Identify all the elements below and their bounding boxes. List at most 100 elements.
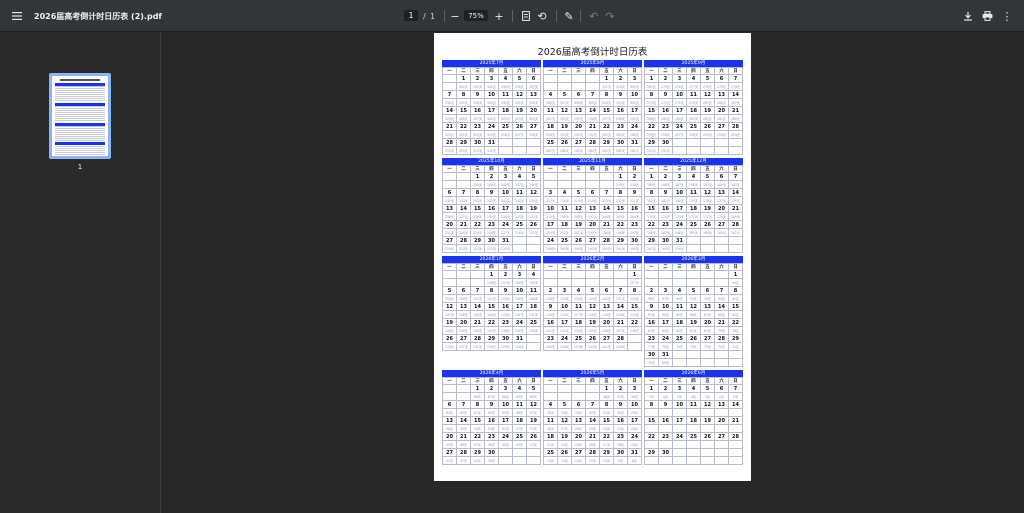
countdown-label: 125天 [558,295,572,303]
day-number: 1 [645,385,659,393]
countdown-label: 251天 [659,147,673,155]
day-number: 23 [614,123,628,131]
day-number: 12 [558,107,572,115]
countdown-label [513,147,527,155]
day-number [729,237,743,245]
day-number: 10 [513,287,527,295]
day-number: 7 [443,91,457,99]
day-number: 25 [687,221,701,229]
countdown-label: 226天 [513,229,527,237]
day-number [701,237,715,245]
month-grid: 一二三四五六日 1 127天 2 3 4 5 6 7 8 126天 125天 124天 123天 122天 1… [543,263,642,351]
countdown-label [628,343,642,351]
page-thumbnail[interactable] [49,73,111,159]
day-number: 7 [457,189,471,197]
weekday-label: 六 [513,264,527,271]
day-number: 20 [572,433,586,441]
print-icon[interactable] [977,0,997,32]
countdown-label: 215天 [572,197,586,205]
countdown-label: 305天 [586,99,600,107]
countdown-label: 127天 [628,279,642,287]
day-number: 29 [645,237,659,245]
countdown-label: 22天 [628,425,642,433]
page-separator: / [423,11,426,21]
countdown-label: 73天 [701,343,715,351]
download-icon[interactable] [958,0,978,32]
day-number: 20 [443,433,457,441]
day-number: 21 [729,107,743,115]
menu-icon[interactable] [7,0,27,32]
day-number: 24 [558,335,572,343]
weekday-label: 一 [645,378,659,385]
countdown-label: 276天 [701,83,715,91]
month-block: 2025年8月一二三四五六日 1 2 3 311天 310天 309天 4 5 6 7 8 9 10 308… [543,60,642,155]
month-header: 2026年2月 [543,256,642,263]
countdown-label [673,409,687,417]
countdown-label: 92天 [729,295,743,303]
countdown-label: 149天 [513,295,527,303]
day-number: 26 [586,335,600,343]
countdown-label [701,245,715,253]
day-number [527,335,541,343]
day-number: 9 [485,401,499,409]
countdown-label: 290天 [600,131,614,139]
countdown-label: 43天 [527,441,541,449]
day-number: 22 [628,319,642,327]
countdown-label: 240天 [513,197,527,205]
zoom-out-icon[interactable]: − [445,0,465,32]
countdown-label: 321天 [457,131,471,139]
redo-icon[interactable]: ↷ [600,0,620,32]
weekday-label: 一 [544,378,558,385]
day-number: 21 [471,319,485,327]
countdown-label [558,393,572,401]
weekday-label: 日 [527,68,541,75]
countdown-label: 68天 [471,393,485,401]
day-number: 1 [600,75,614,83]
weekday-label: 六 [715,378,729,385]
countdown-label: 235天 [485,213,499,221]
countdown-label: 193天 [586,245,600,253]
weekday-label: 四 [485,378,499,385]
day-number: 11 [544,417,558,425]
day-number: 28 [586,449,600,457]
month-grid: 一二三四五六日 1 2 219天 218天 3 4 5 6 7 8 9 217天 216天 215天 214天… [543,165,642,253]
countdown-label: 308天 [544,99,558,107]
day-number [572,75,586,83]
rotate-icon[interactable]: ⟲ [532,0,552,32]
page-number-input[interactable]: 1 [404,10,418,21]
weekday-label: 六 [513,68,527,75]
day-number [457,173,471,181]
countdown-label [687,147,701,155]
zoom-in-icon[interactable]: + [489,0,509,32]
more-icon[interactable]: ⋮ [997,0,1017,32]
weekday-label: 五 [701,166,715,173]
countdown-label: 217天 [544,197,558,205]
countdown-label: 231天 [443,229,457,237]
countdown-label: 316天 [527,131,541,139]
countdown-label [701,147,715,155]
countdown-label: 104天 [558,343,572,351]
zoom-input[interactable]: 75% [464,10,488,21]
day-number: 24 [544,237,558,245]
day-number: 29 [729,335,743,343]
countdown-label [527,147,541,155]
countdown-label: 181天 [659,197,673,205]
countdown-label [645,457,659,465]
day-number: 18 [558,221,572,229]
day-number [527,449,541,457]
day-number: 14 [600,205,614,213]
countdown-label: 172天 [687,213,701,221]
countdown-label [558,83,572,91]
day-number [600,173,614,181]
countdown-label: 277天 [687,83,701,91]
day-number: 7 [715,287,729,295]
annotate-icon[interactable]: ✎ [559,0,579,32]
day-number: 1 [457,75,471,83]
countdown-label: 338天 [513,83,527,91]
weekday-label: 四 [687,166,701,173]
day-number [544,173,558,181]
day-number: 5 [687,287,701,295]
countdown-label: 310天 [614,83,628,91]
countdown-label [513,245,527,253]
day-number [443,173,457,181]
